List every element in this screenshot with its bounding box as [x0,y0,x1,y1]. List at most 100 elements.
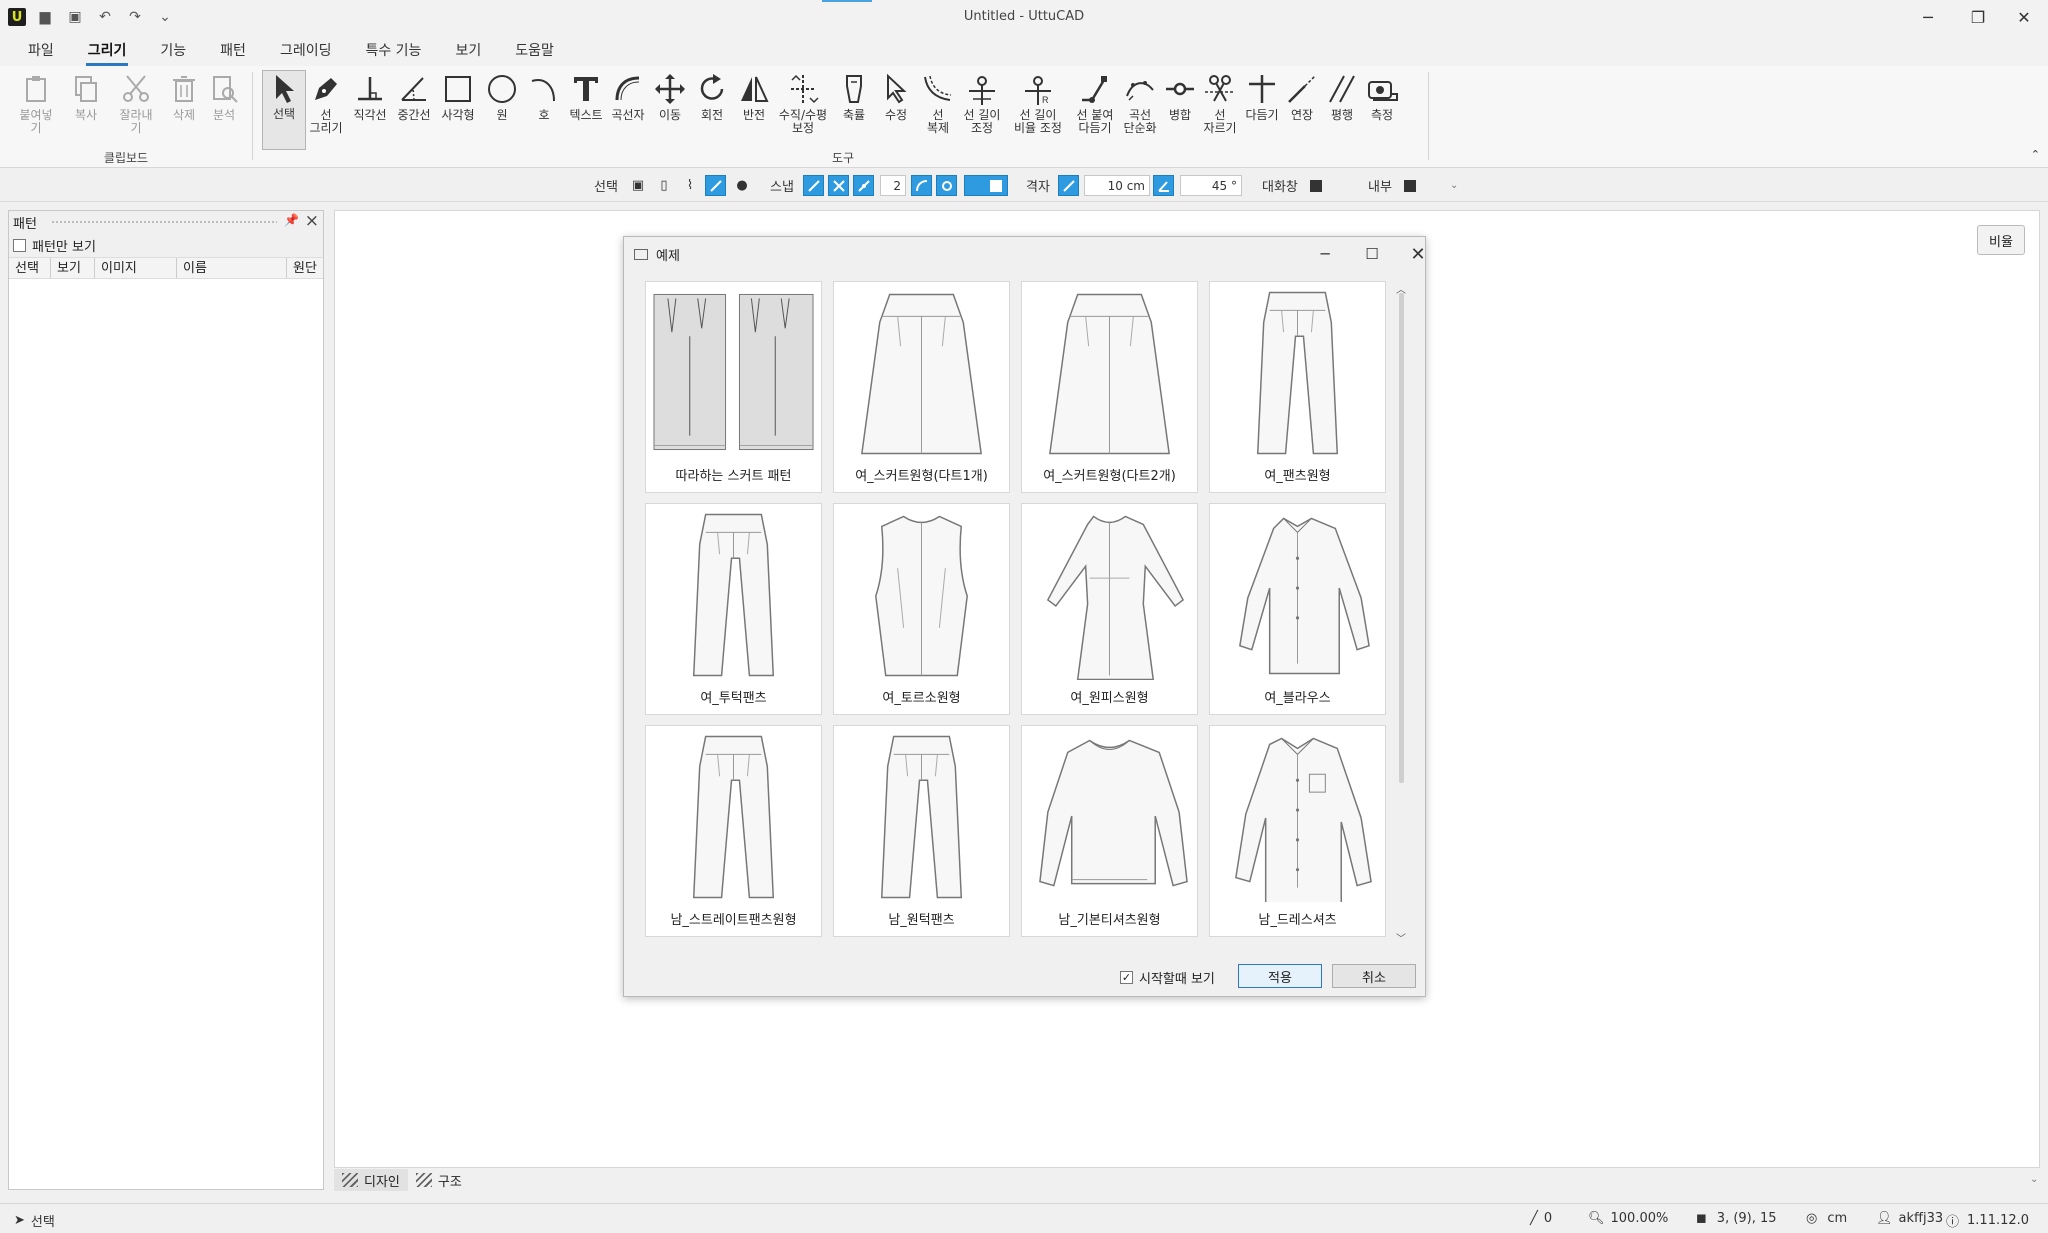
redo-icon[interactable]: ↷ [124,6,146,28]
example-card[interactable]: 남_드레스셔츠 [1209,725,1386,937]
draw-line-tool[interactable]: 선 그리기 [304,72,348,135]
column-header[interactable]: 이름 [177,258,287,278]
midline-tool[interactable]: 중간선 [392,72,436,122]
cancel-button[interactable]: 취소 [1332,964,1416,988]
menu-special[interactable]: 특수 기능 [351,40,435,66]
snap-divisions-input[interactable]: 2 [880,175,906,196]
rotate-tool[interactable]: 회전 [690,72,734,122]
minimize-icon[interactable]: ─ [1307,241,1343,267]
text-tool[interactable]: 텍스트 [564,72,608,122]
collapse-ribbon-icon[interactable]: ⌃ [2031,148,2040,161]
image-icon[interactable]: ▣ [628,175,648,196]
new-file-icon[interactable]: ▆ [34,6,56,28]
example-card[interactable]: 여_팬츠원형 [1209,281,1386,493]
toolbar-overflow-icon[interactable]: ⌄ [1450,175,1458,196]
copy-button[interactable]: 복사 [64,72,108,122]
snap-toggle[interactable] [964,175,1008,196]
pattern-only-checkbox[interactable] [13,238,26,252]
close-window-icon[interactable]: ✕ [2004,4,2044,30]
duplicate-line-tool[interactable]: 선 복제 [916,72,960,135]
grid-toggle-icon[interactable] [1058,175,1079,196]
column-header[interactable]: 보기 [51,258,95,278]
undo-icon[interactable]: ↶ [94,6,116,28]
example-card[interactable]: 따라하는 스커트 패턴 [645,281,822,493]
pattern-only-filter[interactable]: 패턴만 보기 [9,233,323,257]
merge-tool[interactable]: 병합 [1158,72,1202,122]
example-card[interactable]: 여_블라우스 [1209,503,1386,715]
menu-draw[interactable]: 그리기 [74,40,141,66]
snap-endpoint-icon[interactable] [803,175,824,196]
grid-size-input[interactable]: 10 cm [1084,175,1150,196]
close-icon[interactable]: × [305,211,319,231]
snap-curve-icon[interactable] [911,175,932,196]
line-length-tool[interactable]: 선 길이 조정 [960,72,1004,135]
menu-file[interactable]: 파일 [14,40,68,66]
menu-grading[interactable]: 그레이딩 [266,40,346,66]
simplify-curve-tool[interactable]: 곡선 단순화 [1118,72,1162,135]
customize-quick-access-icon[interactable]: ⌄ [154,6,176,28]
extend-tool[interactable]: 연장 [1280,72,1324,122]
example-card[interactable]: 여_토르소원형 [833,503,1010,715]
trim-tool[interactable]: 다듬기 [1240,72,1284,122]
dialog-color-swatch[interactable] [1310,175,1322,196]
inner-color-swatch[interactable] [1404,175,1416,196]
point-icon[interactable]: ● [732,175,752,196]
delete-button[interactable]: 삭제 [162,72,206,122]
circle-tool[interactable]: 원 [480,72,524,122]
startup-toggle[interactable]: ✓ 시작할때 보기 [1120,968,1215,987]
tab-design[interactable]: 디자인 [334,1169,408,1191]
example-card[interactable]: 남_원턱팬츠 [833,725,1010,937]
select-tool[interactable]: 선택 [262,70,306,150]
edit-tool[interactable]: 수정 [874,72,918,122]
arc-tool[interactable]: 호 [522,72,566,122]
curve-ruler-tool[interactable]: 곡선자 [606,72,650,122]
perpendicular-tool[interactable]: 직각선 [348,72,392,122]
save-icon[interactable]: ▣ [64,6,86,28]
paste-button[interactable]: 붙여넣기 [14,72,58,135]
cut-button[interactable]: 잘라내기 [114,72,158,135]
parallel-tool[interactable]: 평행 [1320,72,1364,122]
snap-center-icon[interactable] [936,175,957,196]
align-tool[interactable]: 수직/수평 보정 [778,72,828,135]
minimize-icon[interactable]: ─ [1908,4,1948,30]
snap-midpoint-icon[interactable] [853,175,874,196]
example-card[interactable]: 여_스커트원형(다트2개) [1021,281,1198,493]
example-card[interactable]: 여_스커트원형(다트1개) [833,281,1010,493]
ratio-button[interactable]: 비율 [1977,225,2025,255]
vertical-scrollbar[interactable]: ︿ ﹀ [1395,281,1409,945]
column-header[interactable]: 원단 [287,258,323,278]
pin-icon[interactable]: 📌 [284,213,299,227]
cut-line-tool[interactable]: 선 자르기 [1198,72,1242,135]
line-ratio-tool[interactable]: R선 길이 비율 조정 [1008,72,1068,135]
scale-tool[interactable]: 축률 [832,72,876,122]
column-header[interactable]: 이미지 [95,258,177,278]
example-card[interactable]: 여_투턱팬츠 [645,503,822,715]
panel-grip[interactable] [51,220,277,225]
canvas-scroll-down-icon[interactable]: ⌄ [2030,1174,2038,1185]
rectangle-tool[interactable]: 사각형 [436,72,480,122]
scroll-down-icon[interactable]: ﹀ [1396,930,1406,945]
example-card[interactable]: 남_기본티셔츠원형 [1021,725,1198,937]
maximize-icon[interactable]: ☐ [1354,241,1390,267]
polyline-icon[interactable]: ⌇ [680,175,700,196]
angle-input[interactable]: 45 ° [1180,175,1242,196]
startup-checkbox[interactable]: ✓ [1120,971,1133,984]
measure-tool[interactable]: 측정 [1360,72,1404,122]
angle-snap-icon[interactable] [1153,175,1174,196]
status-zoom[interactable]: 🔍︎ 100.00% [1588,1211,1668,1226]
close-icon[interactable]: ✕ [1400,241,1436,267]
example-card[interactable]: 여_원피스원형 [1021,503,1198,715]
example-card[interactable]: 남_스트레이트팬츠원형 [645,725,822,937]
join-trim-tool[interactable]: 선 붙여 다듬기 [1070,72,1120,135]
menu-pattern[interactable]: 패턴 [206,40,260,66]
tab-structure[interactable]: 구조 [408,1169,470,1191]
restore-icon[interactable]: ❐ [1958,4,1998,30]
menu-view[interactable]: 보기 [441,40,495,66]
page-icon[interactable]: ▯ [654,175,674,196]
menu-help[interactable]: 도움말 [501,40,568,66]
line-mode-icon[interactable] [705,175,726,196]
mirror-tool[interactable]: 반전 [732,72,776,122]
snap-intersection-icon[interactable] [828,175,849,196]
analyze-button[interactable]: 분석 [202,72,246,122]
column-header[interactable]: 선택 [9,258,51,278]
